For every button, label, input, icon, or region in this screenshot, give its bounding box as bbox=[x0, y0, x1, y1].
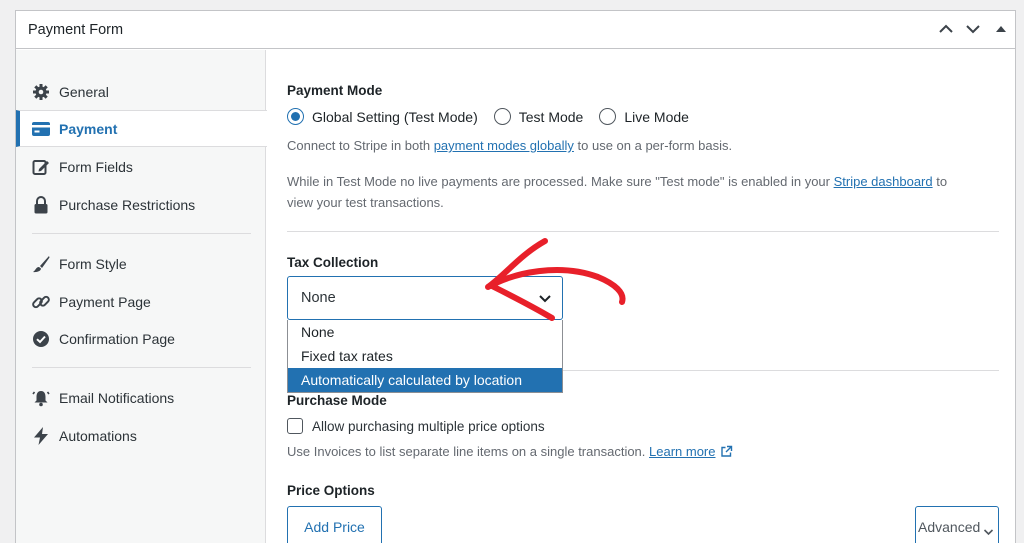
radio-live-mode[interactable]: Live Mode bbox=[599, 108, 689, 125]
sidebar-item-label: General bbox=[59, 83, 109, 100]
radio-label: Test Mode bbox=[518, 108, 584, 125]
sidebar-item-label: Form Style bbox=[59, 255, 127, 272]
sidebar-item-payment[interactable]: Payment bbox=[16, 110, 267, 147]
connect-text: to use on a per-form basis. bbox=[573, 138, 733, 153]
tax-collection-dropdown: None Fixed tax rates Automatically calcu… bbox=[287, 320, 563, 393]
add-price-button[interactable]: Add Price bbox=[287, 506, 382, 543]
chevron-down-icon bbox=[539, 295, 551, 303]
credit-card-icon bbox=[32, 120, 50, 138]
radio-control[interactable] bbox=[599, 108, 617, 125]
link-icon bbox=[32, 293, 50, 311]
sidebar-item-payment-page[interactable]: Payment Page bbox=[16, 283, 266, 320]
lock-icon bbox=[32, 195, 50, 214]
check-circle-icon bbox=[32, 330, 50, 348]
multiple-price-options-checkbox[interactable]: Allow purchasing multiple price options bbox=[287, 418, 545, 434]
radio-global-setting[interactable]: Global Setting (Test Mode) bbox=[287, 108, 478, 125]
gear-icon bbox=[32, 83, 50, 101]
radio-control[interactable] bbox=[287, 108, 304, 125]
sidebar-item-label: Payment Page bbox=[59, 293, 151, 310]
tax-option-none[interactable]: None bbox=[288, 320, 562, 344]
sidebar-item-confirmation-page[interactable]: Confirmation Page bbox=[16, 320, 266, 357]
move-up-button[interactable] bbox=[936, 19, 956, 39]
sidebar-item-label: Payment bbox=[59, 120, 118, 137]
sidebar-item-label: Email Notifications bbox=[59, 389, 175, 406]
external-link-icon bbox=[720, 445, 732, 457]
payment-mode-radio-group: Global Setting (Test Mode) Test Mode Liv… bbox=[287, 108, 705, 125]
triangle-up-icon bbox=[996, 26, 1006, 32]
sidebar-divider bbox=[32, 233, 251, 234]
payment-form-metabox: Payment Form General Payment Form Fields… bbox=[15, 10, 1016, 543]
sidebar-item-general[interactable]: General bbox=[16, 73, 266, 110]
radio-label: Global Setting (Test Mode) bbox=[312, 108, 478, 125]
move-down-button[interactable] bbox=[963, 19, 983, 39]
purchase-mode-description: Use Invoices to list separate line items… bbox=[287, 441, 733, 462]
advanced-label: Advanced bbox=[918, 519, 981, 535]
test-mode-description: While in Test Mode no live payments are … bbox=[287, 171, 999, 213]
radio-label: Live Mode bbox=[624, 108, 689, 125]
sidebar-item-label: Form Fields bbox=[59, 158, 133, 175]
stripe-dashboard-link[interactable]: Stripe dashboard bbox=[834, 174, 933, 189]
radio-test-mode[interactable]: Test Mode bbox=[493, 108, 584, 125]
sidebar-divider bbox=[32, 367, 251, 368]
sidebar-item-label: Automations bbox=[59, 427, 137, 444]
payment-mode-label: Payment Mode bbox=[287, 83, 383, 98]
test-note-text: While in Test Mode no live payments are … bbox=[287, 174, 834, 189]
connect-text: Connect to Stripe in both bbox=[287, 138, 434, 153]
purchase-mode-text: Use Invoices to list separate line items… bbox=[287, 444, 650, 459]
test-note-text: view your test transactions. bbox=[287, 195, 444, 210]
toggle-panel-button[interactable] bbox=[991, 19, 1011, 39]
metabox-header: Payment Form bbox=[16, 11, 1015, 49]
checkbox-control[interactable] bbox=[287, 418, 303, 434]
paintbrush-icon bbox=[32, 255, 50, 273]
tax-option-fixed-tax-rates[interactable]: Fixed tax rates bbox=[288, 344, 562, 368]
sidebar-item-label: Confirmation Page bbox=[59, 330, 175, 347]
sidebar-item-form-style[interactable]: Form Style bbox=[16, 245, 266, 282]
chevron-down-icon bbox=[984, 528, 994, 535]
radio-control[interactable] bbox=[493, 108, 511, 125]
sidebar-item-email-notifications[interactable]: Email Notifications bbox=[16, 379, 266, 416]
main-panel: Payment Mode Global Setting (Test Mode) … bbox=[267, 50, 1015, 543]
section-divider bbox=[287, 231, 999, 232]
sidebar-item-label: Purchase Restrictions bbox=[59, 196, 196, 213]
tax-collection-select[interactable]: None bbox=[287, 276, 563, 320]
price-options-label: Price Options bbox=[287, 483, 375, 498]
bell-icon bbox=[32, 389, 50, 407]
sidebar-item-automations[interactable]: Automations bbox=[16, 417, 266, 454]
connect-description: Connect to Stripe in both payment modes … bbox=[287, 135, 732, 156]
select-value: None bbox=[301, 290, 336, 306]
edit-icon bbox=[32, 158, 50, 176]
tax-option-automatic-by-location[interactable]: Automatically calculated by location bbox=[288, 368, 562, 392]
tax-collection-label: Tax Collection bbox=[287, 255, 379, 270]
test-note-text: to bbox=[932, 174, 948, 189]
chevron-up-icon bbox=[939, 24, 953, 33]
chevron-down-icon bbox=[966, 25, 980, 34]
checkbox-label: Allow purchasing multiple price options bbox=[312, 418, 545, 434]
sidebar-item-form-fields[interactable]: Form Fields bbox=[16, 148, 266, 185]
metabox-title: Payment Form bbox=[28, 22, 124, 38]
advanced-button[interactable]: Advanced bbox=[915, 506, 999, 543]
payment-modes-globally-link[interactable]: payment modes globally bbox=[434, 138, 574, 153]
sidebar-item-purchase-restrictions[interactable]: Purchase Restrictions bbox=[16, 186, 266, 223]
learn-more-link[interactable]: Learn more bbox=[649, 441, 715, 462]
bolt-icon bbox=[32, 426, 50, 445]
purchase-mode-label: Purchase Mode bbox=[287, 393, 387, 408]
sidebar: General Payment Form Fields Purchase Res… bbox=[16, 50, 267, 543]
